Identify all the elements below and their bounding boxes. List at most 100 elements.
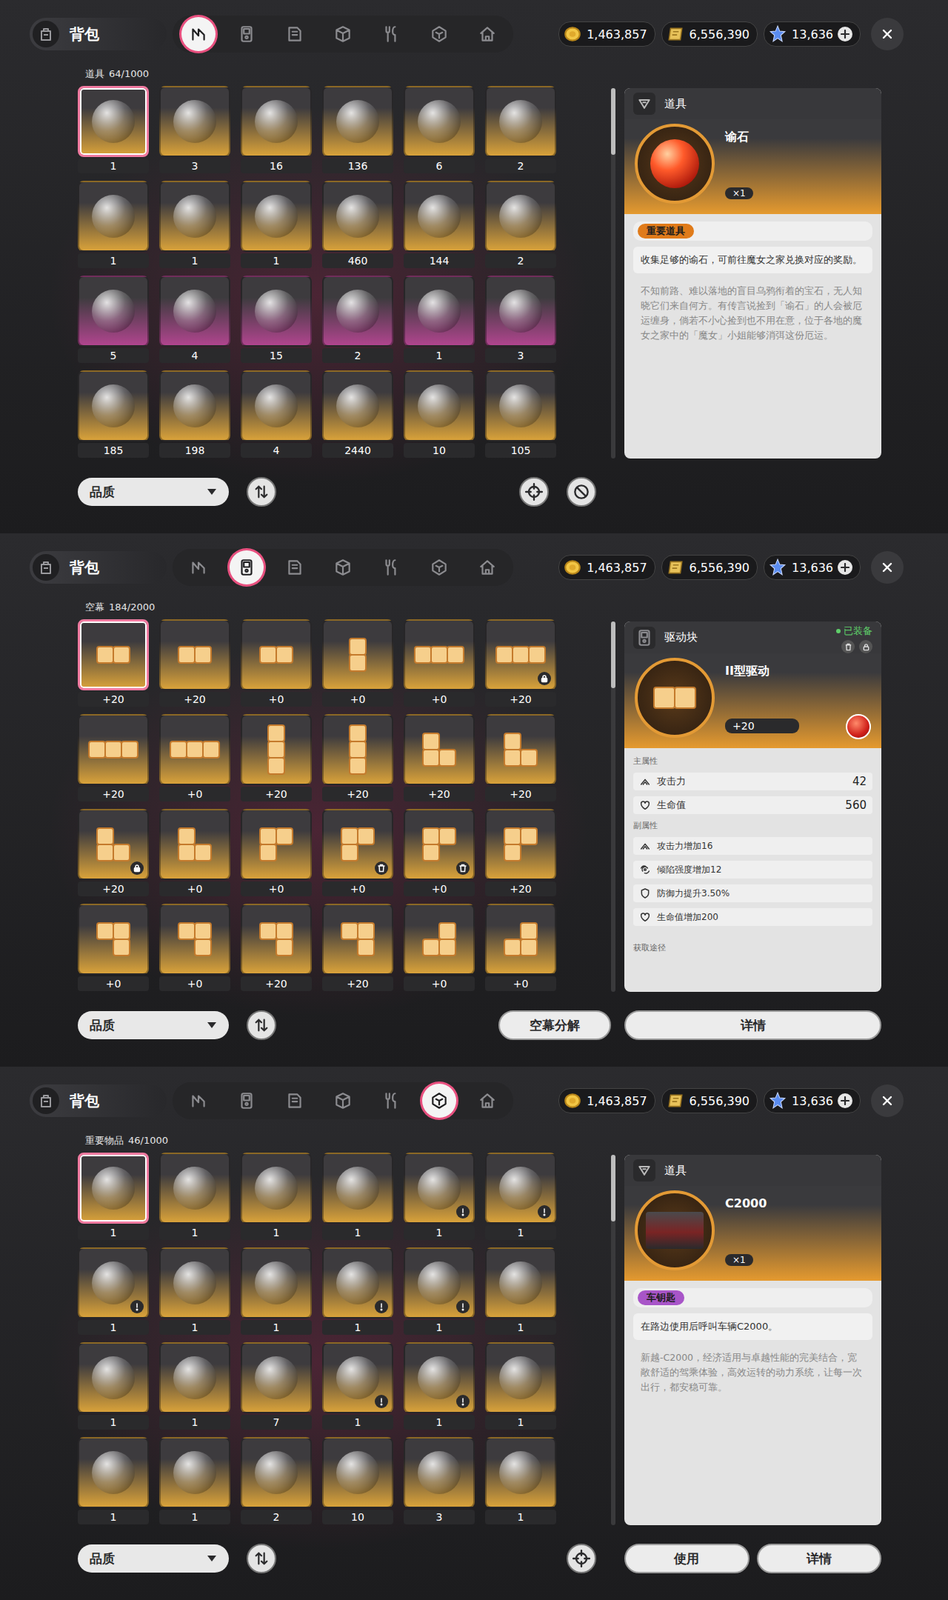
quality-filter[interactable]: 品质 [77,1010,229,1040]
item-card[interactable]: +0 [159,713,231,802]
item-card[interactable]: +20 [485,619,557,707]
close-button[interactable] [870,17,904,51]
item-card[interactable]: 198 [159,370,231,458]
item-card[interactable]: 1 [403,1342,475,1430]
category-tab[interactable] [229,550,264,585]
close-button[interactable] [870,551,904,584]
item-card[interactable]: 4 [159,275,231,363]
item-card[interactable]: +0 [403,808,475,897]
category-tab[interactable] [374,17,409,52]
item-card[interactable]: 1 [403,1247,475,1335]
item-card[interactable]: +20 [485,713,557,802]
scroll-thumb[interactable] [611,88,616,155]
item-card[interactable]: 105 [485,370,557,458]
item-card[interactable]: 3 [485,275,557,363]
item-card[interactable]: 1 [322,1247,394,1335]
item-card[interactable]: +0 [322,619,394,707]
add-currency-button[interactable] [837,26,853,42]
quality-filter[interactable]: 品质 [77,477,229,506]
item-card[interactable]: +0 [159,903,231,991]
category-tab[interactable] [374,550,409,585]
discard-button[interactable] [841,639,855,654]
item-card[interactable]: +0 [77,903,149,991]
item-card[interactable]: 1 [77,1342,149,1430]
category-tab[interactable] [229,17,264,52]
lock-button[interactable] [859,639,873,654]
scroll-thumb[interactable] [611,1154,616,1222]
item-card[interactable]: 3 [159,85,231,174]
ban-button[interactable] [566,476,597,507]
item-card[interactable]: +0 [322,808,394,897]
item-card[interactable]: 6 [403,85,475,174]
item-card[interactable]: 1 [159,1152,231,1240]
item-card[interactable]: 2 [485,85,557,174]
category-tab[interactable] [422,1083,457,1118]
category-tab[interactable] [374,1083,409,1118]
category-tab[interactable] [181,550,216,585]
detail-action-button[interactable]: 详情 [756,1543,883,1574]
locate-button[interactable] [519,476,549,507]
item-card[interactable]: +20 [322,903,394,991]
item-card[interactable]: 1 [485,1436,557,1525]
item-card[interactable]: +20 [77,808,149,897]
item-card[interactable]: 1 [159,180,231,269]
item-card[interactable]: +20 [240,713,312,802]
detail-action-button[interactable]: 详情 [624,1010,882,1040]
category-tab[interactable] [422,550,457,585]
add-currency-button[interactable] [837,559,853,575]
item-card[interactable]: 1 [485,1342,557,1430]
sort-button[interactable] [246,1010,277,1040]
category-tab[interactable] [325,17,360,52]
category-tab[interactable] [470,17,505,52]
scroll-thumb[interactable] [611,621,616,689]
category-tab[interactable] [277,1083,312,1118]
item-card[interactable]: +20 [77,619,149,707]
item-card[interactable]: +20 [240,903,312,991]
item-card[interactable]: +20 [322,713,394,802]
item-card[interactable]: 1 [240,1152,312,1240]
sort-button[interactable] [246,1543,277,1574]
item-card[interactable]: 7 [240,1342,312,1430]
item-card[interactable]: 10 [322,1436,394,1525]
item-card[interactable]: 5 [77,275,149,363]
item-card[interactable]: +0 [403,619,475,707]
item-card[interactable]: 1 [77,85,149,174]
item-card[interactable]: 1 [403,1152,475,1240]
category-tab[interactable] [325,550,360,585]
item-card[interactable]: +20 [159,619,231,707]
item-card[interactable]: 16 [240,85,312,174]
item-card[interactable]: 136 [322,85,394,174]
item-card[interactable]: 1 [240,1247,312,1335]
item-card[interactable]: 15 [240,275,312,363]
item-card[interactable]: 460 [322,180,394,269]
quality-filter[interactable]: 品质 [77,1544,229,1573]
category-tab[interactable] [325,1083,360,1118]
item-card[interactable]: 4 [240,370,312,458]
detail-action-button[interactable]: 使用 [624,1543,750,1574]
item-card[interactable]: 185 [77,370,149,458]
item-card[interactable]: 1 [77,180,149,269]
category-tab[interactable] [277,550,312,585]
item-card[interactable]: 144 [403,180,475,269]
category-tab[interactable] [277,17,312,52]
category-tab[interactable] [181,1083,216,1118]
item-card[interactable]: 1 [77,1436,149,1525]
item-card[interactable]: +0 [240,619,312,707]
scrollbar[interactable] [611,621,616,992]
item-card[interactable]: 1 [322,1342,394,1430]
item-card[interactable]: +0 [159,808,231,897]
scrollbar[interactable] [611,88,616,459]
item-card[interactable]: 1 [159,1436,231,1525]
item-card[interactable]: 1 [159,1247,231,1335]
item-card[interactable]: +0 [485,903,557,991]
item-card[interactable]: +0 [240,808,312,897]
item-card[interactable]: 2 [240,1436,312,1525]
category-tab[interactable] [470,550,505,585]
locate-button[interactable] [566,1543,597,1574]
item-card[interactable]: 1 [77,1152,149,1240]
item-card[interactable]: 2 [485,180,557,269]
item-card[interactable]: 1 [403,275,475,363]
item-card[interactable]: 3 [403,1436,475,1525]
item-card[interactable]: +20 [77,713,149,802]
item-card[interactable]: 1 [485,1247,557,1335]
